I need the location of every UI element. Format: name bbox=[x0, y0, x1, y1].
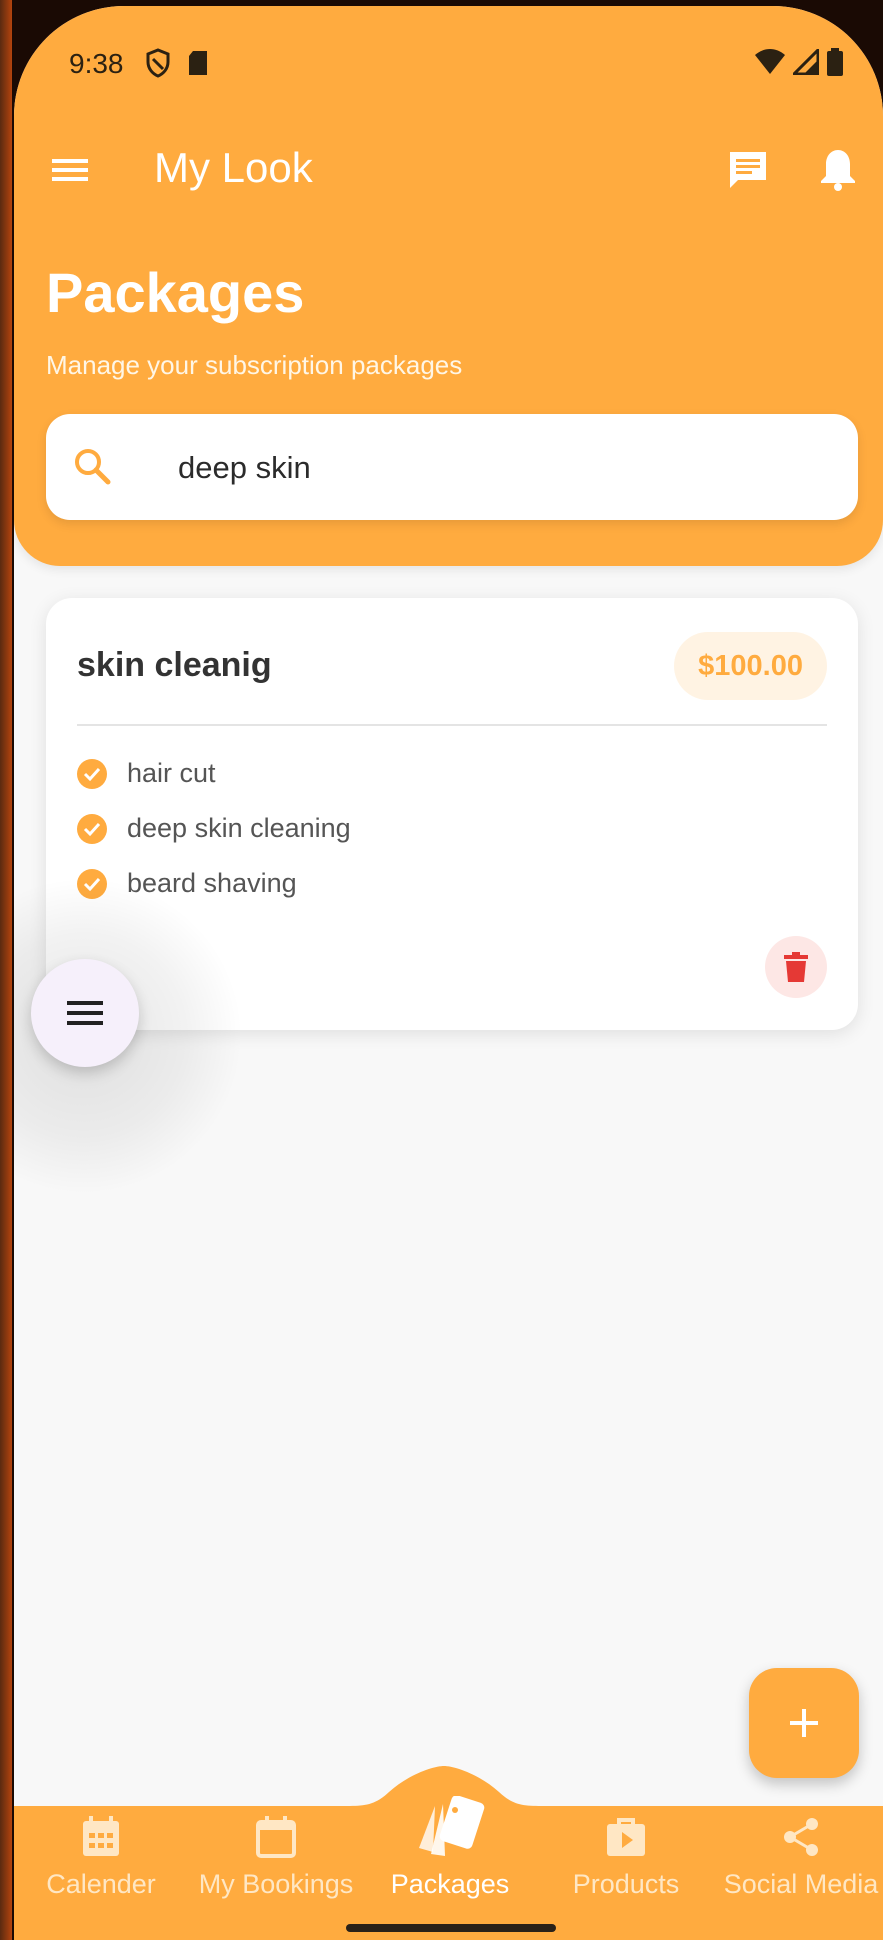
page-title: Packages bbox=[46, 261, 305, 324]
shield-icon bbox=[145, 48, 171, 85]
nav-label: Packages bbox=[390, 1869, 510, 1899]
header: 9:38 My Look Packages Manage your subscr… bbox=[14, 6, 883, 566]
feature-item: hair cut bbox=[77, 746, 351, 801]
app-bar: My Look bbox=[14, 124, 883, 214]
notifications-button[interactable] bbox=[818, 146, 858, 192]
bell-icon bbox=[821, 150, 855, 191]
floating-menu-button[interactable] bbox=[31, 959, 139, 1067]
feature-item: deep skin cleaning bbox=[77, 801, 351, 856]
nav-label: Products bbox=[572, 1869, 680, 1899]
status-bar: 9:38 bbox=[69, 44, 843, 84]
feature-label: deep skin cleaning bbox=[127, 813, 351, 843]
app-title: My Look bbox=[154, 144, 313, 191]
cards-icon bbox=[419, 1795, 485, 1856]
app-screen: 9:38 My Look Packages Manage your subscr… bbox=[14, 6, 883, 1940]
nav-item-products[interactable]: Products bbox=[541, 1816, 711, 1900]
nav-item-calender[interactable]: Calender bbox=[16, 1816, 186, 1900]
chat-icon bbox=[730, 152, 766, 188]
add-package-button[interactable] bbox=[749, 1668, 859, 1778]
status-time: 9:38 bbox=[69, 48, 124, 79]
menu-icon bbox=[67, 1001, 103, 1025]
share-icon bbox=[784, 1818, 818, 1856]
search-bar[interactable] bbox=[46, 414, 858, 520]
package-name: skin cleanig bbox=[77, 646, 272, 684]
signal-icon bbox=[790, 46, 820, 82]
messages-button[interactable] bbox=[726, 148, 770, 192]
plus-icon bbox=[790, 1709, 818, 1737]
nav-item-packages[interactable]: Packages bbox=[365, 1795, 535, 1900]
check-circle-icon bbox=[77, 758, 107, 789]
shopping-bag-play-icon bbox=[607, 1818, 645, 1856]
bottom-navigation: Calender My Bookings Packages Products S… bbox=[14, 1766, 883, 1940]
battery-icon bbox=[827, 48, 843, 83]
calendar-grid-icon bbox=[83, 1816, 119, 1856]
wifi-icon bbox=[755, 49, 785, 82]
calendar-icon bbox=[256, 1816, 296, 1858]
check-circle-icon bbox=[77, 813, 107, 844]
menu-icon bbox=[52, 159, 88, 181]
page-subtitle: Manage your subscription packages bbox=[46, 350, 463, 380]
nav-item-social-media[interactable]: Social Media bbox=[716, 1816, 883, 1900]
delete-package-button[interactable] bbox=[765, 936, 827, 998]
nav-item-my-bookings[interactable]: My Bookings bbox=[191, 1816, 361, 1900]
sd-card-icon bbox=[187, 50, 209, 83]
nav-label: My Bookings bbox=[198, 1869, 354, 1899]
search-input[interactable] bbox=[178, 450, 818, 486]
nav-label: Social Media bbox=[723, 1869, 879, 1899]
drawer-menu-button[interactable] bbox=[50, 150, 90, 190]
feature-label: hair cut bbox=[127, 758, 216, 788]
home-indicator[interactable] bbox=[346, 1924, 556, 1932]
trash-icon bbox=[784, 952, 808, 982]
divider bbox=[77, 724, 827, 726]
nav-label: Calender bbox=[46, 1869, 156, 1899]
price-badge: $100.00 bbox=[674, 632, 827, 700]
search-icon bbox=[70, 444, 116, 495]
